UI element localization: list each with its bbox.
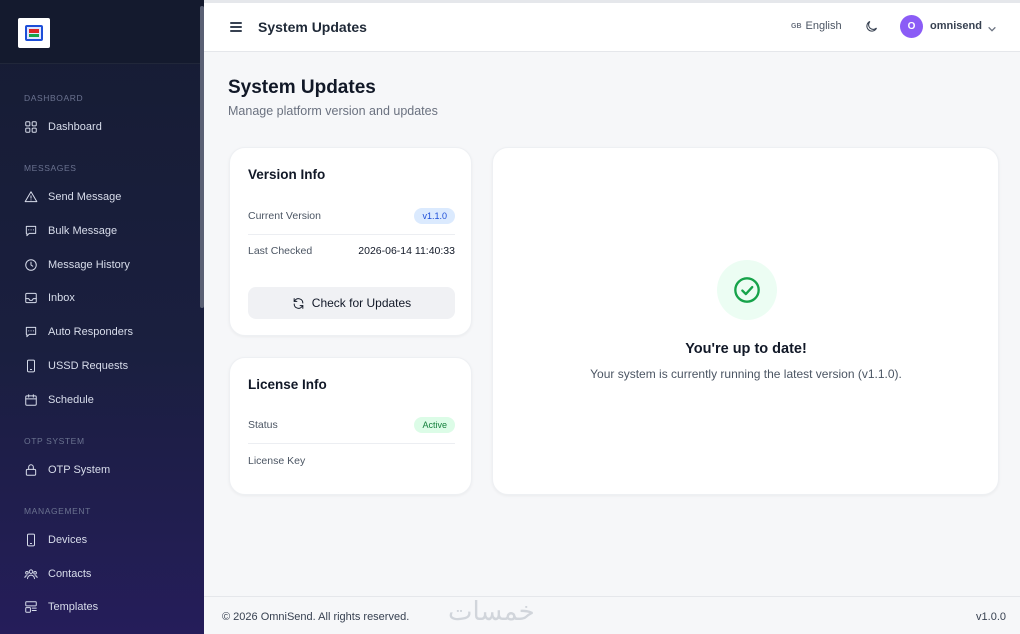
top-bar: System Updates GB English O omnisend [204, 0, 1020, 52]
last-checked-row: Last Checked 2026-06-14 11:40:33 [248, 234, 455, 268]
sidebar-item-bulk-message[interactable]: Bulk Message [24, 220, 194, 242]
send-icon [24, 191, 38, 203]
sidebar-item-label: Templates [48, 601, 99, 613]
status-badge: Active [414, 417, 455, 433]
flag-icon: GB [791, 22, 802, 30]
sidebar-item-schedule[interactable]: Schedule [24, 389, 194, 411]
footer: © 2026 OmniSend. All rights reserved. خم… [204, 596, 1020, 634]
avatar[interactable]: O [900, 15, 923, 38]
app-logo[interactable] [18, 18, 50, 48]
sidebar-item-label: Auto Responders [48, 326, 133, 338]
license-status-row: Status Active [248, 408, 455, 442]
header-title: System Updates [258, 19, 367, 35]
dark-mode-toggle[interactable] [864, 19, 880, 35]
version-info-card: Version Info Current Version v1.1.0 Last… [229, 147, 472, 336]
sidebar-item-label: Message History [48, 259, 130, 271]
sidebar-item-contacts[interactable]: Contacts [24, 563, 194, 585]
chat-icon [25, 326, 37, 338]
sidebar-item-inbox[interactable]: Inbox [24, 287, 194, 309]
sidebar-item-send-message[interactable]: Send Message [24, 186, 194, 208]
check-for-updates-label: Check for Updates [311, 296, 412, 310]
section-dashboard: DASHBOARD [24, 93, 84, 103]
sidebar: DASHBOARD Dashboard MESSAGES Send Messag… [0, 0, 204, 634]
calendar-icon [25, 394, 37, 406]
current-version-label: Current Version [248, 210, 321, 222]
page-title: System Updates [228, 77, 376, 98]
license-info-title: License Info [248, 377, 327, 392]
template-icon [25, 601, 37, 613]
username[interactable]: omnisend [930, 20, 982, 32]
refresh-icon [293, 297, 304, 309]
license-key-row: License Key [248, 444, 455, 478]
section-management: MANAGEMENT [24, 506, 91, 516]
inbox-icon [25, 292, 37, 304]
watermark: خمسات [448, 597, 535, 627]
sidebar-item-dashboard[interactable]: Dashboard [24, 116, 194, 138]
check-circle-icon [734, 277, 760, 303]
sidebar-item-label: Bulk Message [48, 225, 118, 237]
status-title: You're up to date! [685, 341, 807, 357]
chevron-down-icon[interactable] [987, 21, 997, 32]
license-info-card: License Info Status Active License Key [229, 357, 472, 495]
sidebar-item-label: Devices [48, 534, 88, 546]
version-badge: v1.1.0 [414, 208, 455, 224]
lock-icon [25, 464, 37, 476]
sidebar-item-label: USSD Requests [48, 360, 129, 372]
sidebar-item-label: Inbox [48, 292, 75, 304]
status-label: Status [248, 419, 278, 431]
chat-icon [25, 225, 37, 237]
sidebar-item-label: Send Message [48, 191, 122, 203]
current-version-row: Current Version v1.1.0 [248, 199, 455, 233]
footer-copyright: © 2026 OmniSend. All rights reserved. [222, 611, 410, 623]
language-label: English [805, 20, 842, 32]
users-icon [24, 569, 38, 580]
status-message: Your system is currently running the lat… [590, 367, 902, 381]
footer-version: v1.0.0 [976, 611, 1006, 623]
sidebar-item-otp-system[interactable]: OTP System [24, 459, 194, 481]
phone-icon [27, 359, 35, 373]
sidebar-item-label: Contacts [48, 568, 92, 580]
section-messages: MESSAGES [24, 163, 77, 173]
menu-icon[interactable] [230, 22, 242, 32]
clock-icon [25, 259, 37, 271]
sidebar-item-message-history[interactable]: Message History [24, 254, 194, 276]
sidebar-item-templates[interactable]: Templates [24, 596, 194, 618]
sidebar-item-ussd-requests[interactable]: USSD Requests [24, 355, 194, 377]
sidebar-item-label: Dashboard [48, 121, 102, 133]
moon-icon [866, 21, 877, 32]
sidebar-header [0, 0, 204, 64]
last-checked-value: 2026-06-14 11:40:33 [358, 245, 455, 257]
section-otp-system: OTP SYSTEM [24, 436, 85, 446]
last-checked-label: Last Checked [248, 245, 313, 257]
sidebar-item-label: Schedule [48, 394, 94, 406]
sidebar-item-label: OTP System [48, 464, 111, 476]
version-info-title: Version Info [248, 167, 326, 182]
sidebar-item-auto-responders[interactable]: Auto Responders [24, 321, 194, 343]
license-key-label: License Key [248, 455, 306, 467]
update-status-card: You're up to date! Your system is curren… [492, 147, 999, 495]
phone-icon [27, 533, 35, 547]
check-for-updates-button[interactable]: Check for Updates [248, 287, 455, 319]
sidebar-item-devices[interactable]: Devices [24, 529, 194, 551]
language-selector[interactable]: GB English [791, 20, 842, 32]
grid-icon [25, 121, 37, 133]
page-subtitle: Manage platform version and updates [228, 104, 438, 118]
status-icon-wrapper [717, 260, 777, 320]
